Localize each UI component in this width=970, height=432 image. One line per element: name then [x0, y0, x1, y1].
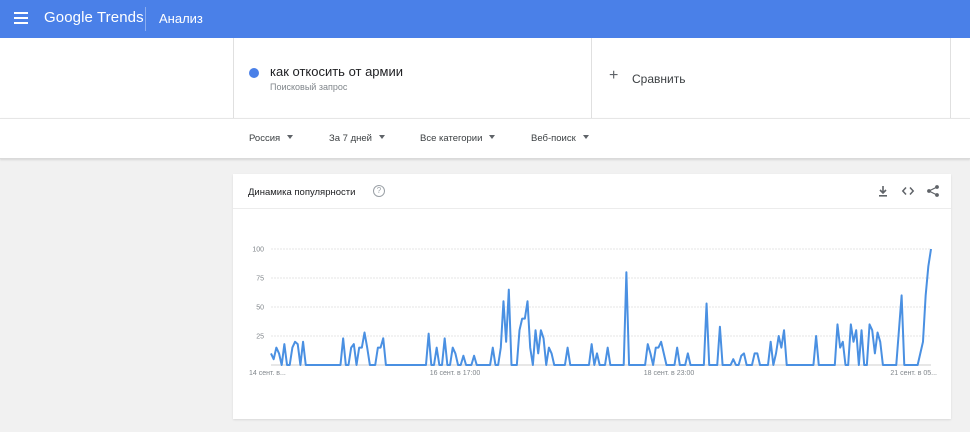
- top-app-bar: Google Trends Анализ: [0, 0, 970, 38]
- plus-icon: +: [609, 67, 619, 84]
- search-term-card[interactable]: как откосить от армии Поисковый запрос: [233, 38, 592, 118]
- x-tick-label: 21 сент. в 05...: [890, 370, 937, 377]
- y-tick-label: 75: [256, 276, 264, 283]
- chevron-down-icon: [582, 135, 589, 139]
- compare-label: Сравнить: [632, 72, 686, 86]
- interest-over-time-card: Динамика популярности ? 100 75 50 25 14 сен…: [233, 174, 951, 419]
- search-term-text[interactable]: как откосить от армии: [270, 64, 403, 79]
- interest-chart: 100755025 14 сент. в... 16 сент. в 17:00 1…: [249, 247, 937, 378]
- chevron-down-icon: [287, 135, 294, 139]
- search-type-filter[interactable]: Веб-поиск: [531, 133, 589, 144]
- chart-y-ticks: 100 75 50 25: [252, 247, 264, 341]
- compare-button[interactable]: + Сравнить: [592, 38, 951, 118]
- region-filter-label: Россия: [249, 133, 281, 144]
- chart-grid: [271, 248, 931, 366]
- section-title: Анализ: [159, 11, 203, 26]
- search-term-type: Поисковый запрос: [270, 82, 348, 92]
- search-terms-bar: как откосить от армии Поисковый запрос +…: [0, 38, 970, 118]
- google-trends-logo[interactable]: Google Trends: [44, 9, 144, 26]
- x-tick-label: 18 сент. в 23:00: [644, 370, 695, 377]
- chart-x-ticks: 14 сент. в... 16 сент. в 17:00 18 сент. в …: [249, 370, 937, 377]
- period-filter[interactable]: За 7 дней: [329, 133, 385, 144]
- filter-bar: Россия За 7 дней Все категории Веб-поиск: [0, 118, 970, 159]
- y-tick-label: 50: [256, 305, 264, 312]
- y-tick-label: 100: [252, 247, 264, 254]
- category-filter-label: Все категории: [420, 133, 483, 144]
- region-filter[interactable]: Россия: [249, 133, 294, 144]
- search-type-filter-label: Веб-поиск: [531, 133, 576, 144]
- period-filter-label: За 7 дней: [329, 133, 372, 144]
- y-tick-label: 25: [256, 334, 264, 341]
- chevron-down-icon: [489, 135, 496, 139]
- x-tick-label: 16 сент. в 17:00: [430, 370, 481, 377]
- menu-icon[interactable]: [14, 12, 28, 24]
- category-filter[interactable]: Все категории: [420, 133, 496, 144]
- chevron-down-icon: [378, 135, 385, 139]
- header-divider: [145, 7, 146, 31]
- term-color-dot: [249, 68, 259, 78]
- x-tick-label: 14 сент. в...: [249, 370, 286, 377]
